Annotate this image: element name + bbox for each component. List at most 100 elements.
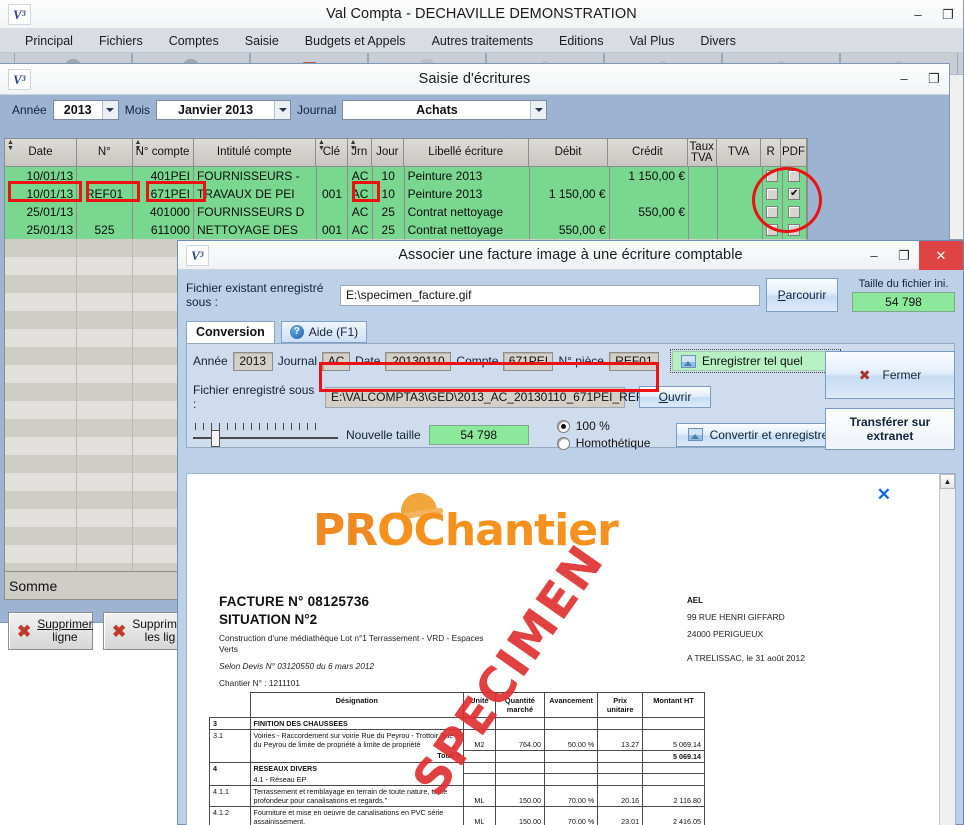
aide-button[interactable]: ? Aide (F1) xyxy=(280,321,368,343)
cell-pdf[interactable] xyxy=(783,221,807,239)
supprimer-ligne-button[interactable]: ✖ Supprimer ligne xyxy=(8,612,93,650)
existing-file-input[interactable]: E:\specimen_facture.gif xyxy=(340,284,760,306)
cell-debit xyxy=(530,203,610,221)
scroll-up-icon[interactable]: ▲ xyxy=(940,474,955,489)
pdf-checkbox[interactable] xyxy=(788,170,801,182)
menu-comptes[interactable]: Comptes xyxy=(156,34,232,48)
cell-r[interactable] xyxy=(763,167,783,185)
size-slider[interactable] xyxy=(193,421,338,449)
r-checkbox[interactable] xyxy=(766,224,779,236)
pdf-checkbox[interactable] xyxy=(788,224,801,236)
table-row[interactable]: 25/01/13 401000 FOURNISSEURS D AC 25 Con… xyxy=(5,203,807,221)
menu-principal[interactable]: Principal xyxy=(12,34,86,48)
convertir-et-enregistrer-button[interactable]: Convertir et enregistrer xyxy=(676,422,844,447)
menu-fichiers[interactable]: Fichiers xyxy=(86,34,156,48)
nouvelle-taille-label: Nouvelle taille xyxy=(346,427,421,442)
ouvrir-button[interactable]: Ouvrir xyxy=(639,386,711,408)
col-header-libelle[interactable]: Libellé écriture xyxy=(403,139,529,167)
col-header-tva[interactable]: TVA xyxy=(716,139,762,167)
enregistrer-tel-quel-button[interactable]: Enregistrer tel quel xyxy=(671,351,839,371)
sort-icon: ▲ ▼ xyxy=(7,139,14,152)
menu-budgets-et-appels[interactable]: Budgets et Appels xyxy=(292,34,419,48)
parcourir-button[interactable]: Parcourir xyxy=(766,278,838,312)
menu-val-plus[interactable]: Val Plus xyxy=(616,34,687,48)
cell-designation: 4.1 - Réseau EP xyxy=(249,773,464,786)
cell-ref: 3 xyxy=(209,717,251,730)
file-size-label: Taille du fichier ini. xyxy=(858,278,949,290)
col-header-r[interactable]: R xyxy=(761,139,781,167)
menu-autres-traitements[interactable]: Autres traitements xyxy=(419,34,546,48)
compte-field-value: 671PEI xyxy=(503,351,554,371)
transferer-extranet-button[interactable]: Transférer sur extranet xyxy=(825,408,955,450)
cell-prix-unitaire xyxy=(597,773,644,786)
r-checkbox[interactable] xyxy=(766,188,779,200)
r-checkbox[interactable] xyxy=(766,170,779,182)
cell-designation: RESEAUX DIVERS xyxy=(249,761,464,774)
saisie-minimize-button[interactable]: – xyxy=(889,64,919,93)
cell-quantite xyxy=(494,773,545,786)
preview-close-icon[interactable]: ✕ xyxy=(877,486,891,503)
col-header-taux-tva[interactable]: Taux TVA xyxy=(687,139,717,167)
r-checkbox[interactable] xyxy=(766,206,779,218)
pdf-checkbox[interactable] xyxy=(788,206,801,218)
col-header-date[interactable]: ▲ ▼ Date xyxy=(5,139,78,167)
cell-tva xyxy=(718,167,763,185)
preview-vertical-scrollbar[interactable]: ▲ xyxy=(939,474,955,825)
tab-conversion[interactable]: Conversion xyxy=(186,321,275,343)
cell-unite xyxy=(462,749,496,763)
mois-combobox[interactable]: Janvier 2013 xyxy=(156,100,292,120)
col-header-cle[interactable]: ▲ ▼ Clé xyxy=(316,139,348,167)
cell-unite: ML xyxy=(462,805,496,825)
cell-compte: 401000 xyxy=(133,203,194,221)
cell-debit: 550,00 € xyxy=(530,221,610,239)
table-row[interactable]: 25/01/13 525 611000 NETTOYAGE DES 001 AC… xyxy=(5,221,807,239)
table-row[interactable]: 10/01/13 REF01 671PEI TRAVAUX DE PEI 001… xyxy=(5,185,807,203)
col-label: Clé xyxy=(322,146,340,158)
cell-libelle: Peinture 2013 xyxy=(405,167,531,185)
menu-editions[interactable]: Editions xyxy=(546,34,616,48)
saisie-maximize-button[interactable]: ❐ xyxy=(919,64,949,93)
chevron-down-icon[interactable] xyxy=(530,101,547,119)
minimize-button[interactable]: – xyxy=(903,0,933,29)
menu-saisie[interactable]: Saisie xyxy=(232,34,292,48)
cell-pdf[interactable]: ✔ xyxy=(783,185,807,203)
dialog-minimize-button[interactable]: – xyxy=(859,241,889,270)
maximize-button[interactable]: ❐ xyxy=(933,0,963,29)
dialog-maximize-button[interactable]: ❐ xyxy=(889,241,919,270)
pdf-checkbox-checked[interactable]: ✔ xyxy=(788,188,801,200)
annee-combobox[interactable]: 2013 xyxy=(52,100,119,120)
cell-r[interactable] xyxy=(763,221,783,239)
fermer-button[interactable]: ✖ Fermer xyxy=(825,351,955,399)
col-header-compte[interactable]: ▲ ▼ N° compte xyxy=(132,139,194,167)
col-header-debit[interactable]: Débit xyxy=(528,139,609,167)
file-size-value: 54 798 xyxy=(852,292,955,312)
piece-field-value: REF01 xyxy=(608,351,659,371)
supprimer-les-lignes-button[interactable]: ✖ Supprimer les lig xyxy=(103,612,188,650)
col-header-jrn[interactable]: ▲ ▼ Jrn xyxy=(347,139,372,167)
col-header-credit[interactable]: Crédit xyxy=(608,139,688,167)
cell-montant: 5 069.14 xyxy=(642,729,705,751)
chevron-down-icon[interactable] xyxy=(101,101,118,119)
cell-pdf[interactable] xyxy=(783,203,807,221)
fermer-label: Fermer xyxy=(882,368,922,382)
th-avancement: Avancement xyxy=(543,692,599,718)
cell-unite: M2 xyxy=(462,729,496,751)
dialog-close-button[interactable]: ✕ xyxy=(919,241,963,270)
cell-r[interactable] xyxy=(763,185,783,203)
cell-pdf[interactable] xyxy=(783,167,807,185)
col-header-pdf[interactable]: PDF xyxy=(781,139,807,167)
radio-homothetique[interactable]: Homothétique xyxy=(556,436,650,450)
slider-thumb[interactable] xyxy=(211,429,220,447)
table-row[interactable]: 10/01/13 401PEI FOURNISSEURS - AC 10 Pei… xyxy=(5,167,807,185)
chevron-down-icon[interactable] xyxy=(274,101,291,119)
col-header-intitule[interactable]: Intitulé compte xyxy=(193,139,317,167)
invoice-table-row: 4.1.2 Fourniture et mise en oeuvre de ca… xyxy=(209,805,705,825)
col-header-num[interactable]: N° xyxy=(77,139,133,167)
col-header-jour[interactable]: Jour xyxy=(371,139,404,167)
invoice-table-row: 4.1.1 Terrassement et remblayage en terr… xyxy=(209,784,705,807)
radio-100-percent[interactable]: 100 % xyxy=(556,419,651,433)
invoice-preview-panel[interactable]: ✕ PROChantier FACTURE N° 08125736 SITUAT… xyxy=(186,473,956,825)
menu-divers[interactable]: Divers xyxy=(687,34,748,48)
cell-r[interactable] xyxy=(763,203,783,221)
journal-combobox[interactable]: Achats xyxy=(342,100,548,120)
